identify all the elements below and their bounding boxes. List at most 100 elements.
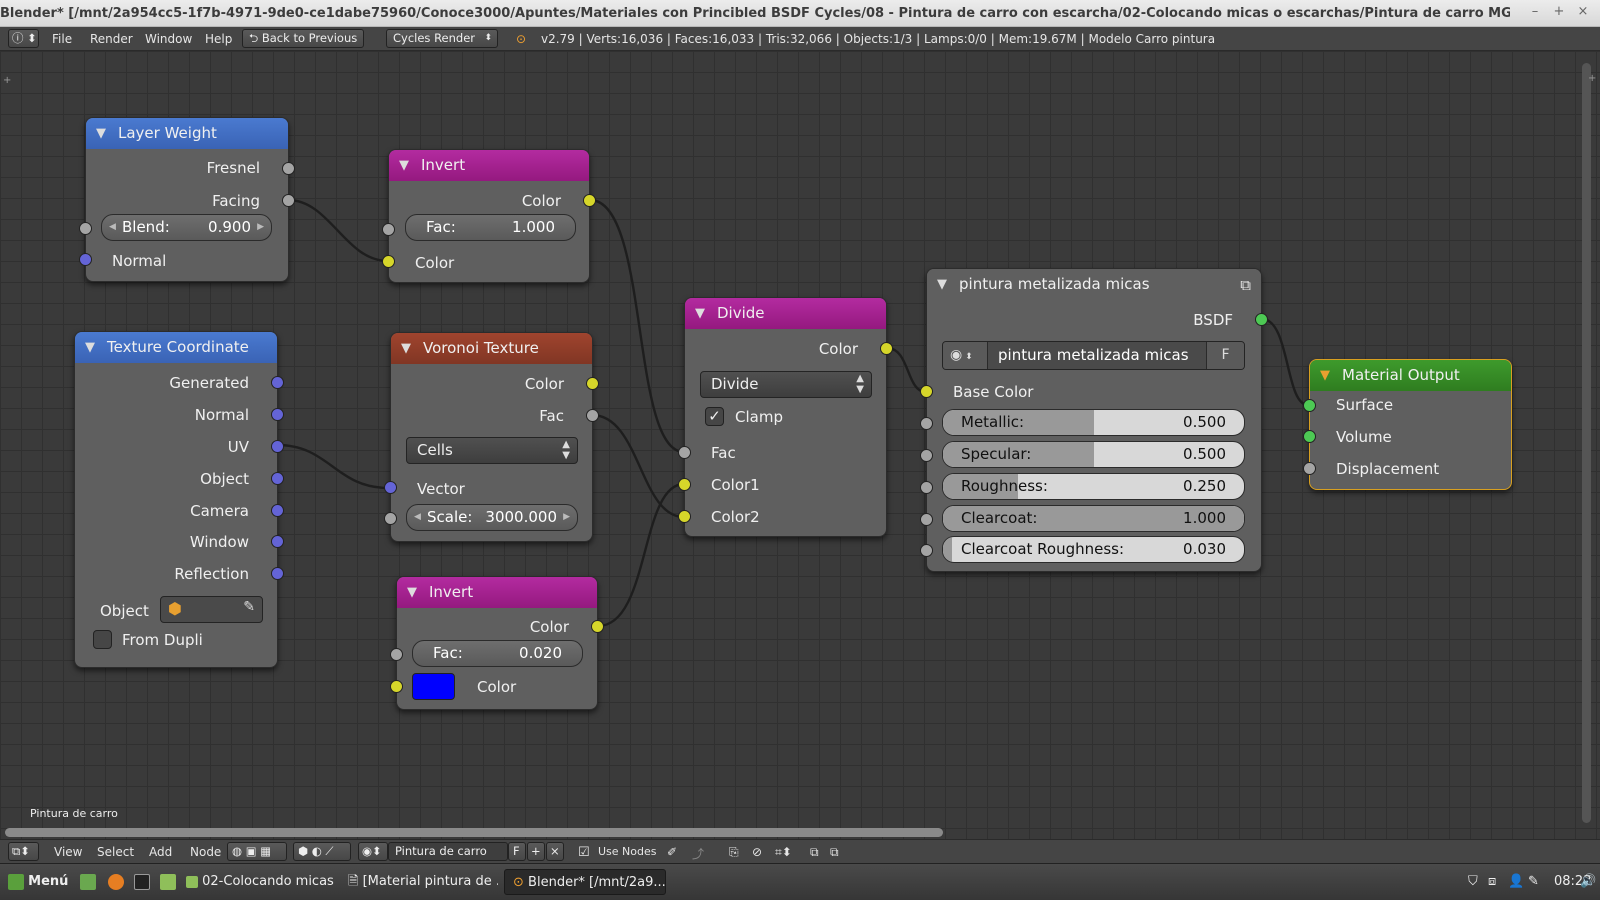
material-group-node[interactable]: ▼ pintura metalizada micas ⧉ BSDF ◉ ⬍ pin… [920, 268, 1268, 572]
right-arrow-icon[interactable]: ▶ [563, 505, 570, 530]
render-engine-select[interactable]: Cycles Render ⬍ [386, 29, 498, 48]
unlink-material-icon[interactable]: × [546, 842, 564, 861]
voronoi-color-output-socket[interactable] [586, 377, 599, 390]
material-name[interactable]: pintura metalizada micas [998, 342, 1189, 369]
collapse-triangle-icon[interactable]: ▼ [399, 150, 409, 181]
linestyle-shader-icon[interactable]: ▦ [260, 844, 271, 858]
color-input-socket[interactable] [390, 680, 403, 693]
region-expand-icon[interactable]: + [3, 75, 11, 86]
world-source-icon[interactable]: ◐ [312, 844, 322, 858]
close-button[interactable]: × [1574, 4, 1592, 19]
invert-node-2[interactable]: ▼ Invert Color Fac: 0.020 Color [390, 576, 604, 710]
specular-input-socket[interactable] [920, 449, 933, 462]
reflection-output-socket[interactable] [271, 567, 284, 580]
editor-type-node-icon[interactable]: ⧉⬍ [8, 842, 39, 861]
material-output-node[interactable]: ▼ Material Output Surface Volume Displace… [1303, 359, 1512, 490]
scale-input-socket[interactable] [384, 512, 397, 525]
clearcoat-roughness-input-socket[interactable] [920, 544, 933, 557]
menu-render[interactable]: Render [90, 32, 133, 46]
color-output-socket[interactable] [591, 620, 604, 633]
clearcoat-roughness-slider[interactable]: Clearcoat Roughness: 0.030 [942, 536, 1245, 563]
properties-expand-icon[interactable]: + [1588, 73, 1596, 84]
material-browse-icon[interactable]: ◉ ⬍ [943, 342, 988, 369]
left-arrow-icon[interactable]: ◀ [109, 215, 116, 240]
vertical-scrollbar[interactable] [1582, 63, 1591, 823]
collapse-triangle-icon[interactable]: ▼ [937, 269, 947, 300]
voronoi-texture-node[interactable]: ▼ Voronoi Texture Color Fac Cells ▲ ▼ Vecto… [384, 332, 599, 542]
vector-input-socket[interactable] [384, 481, 397, 494]
specular-slider[interactable]: Specular: 0.500 [942, 441, 1245, 468]
divide-color-output-socket[interactable] [880, 342, 893, 355]
invert-node-1[interactable]: ▼ Invert Color Fac: 1.000 Color [382, 149, 596, 283]
blend-type-dropdown[interactable]: Divide ▲ ▼ [700, 371, 872, 398]
use-nodes-checkbox[interactable]: ☑ [578, 845, 590, 860]
material-name-field[interactable]: Pintura de carro [388, 842, 508, 861]
coloring-dropdown[interactable]: Cells ▲ ▼ [406, 437, 578, 464]
paste-from-clipboard-icon[interactable]: ⧉ [830, 845, 839, 860]
from-dupli-checkbox[interactable] [93, 630, 112, 649]
minimize-button[interactable]: – [1526, 4, 1544, 19]
left-arrow-icon[interactable]: ◀ [414, 505, 421, 530]
menu-file[interactable]: File [52, 32, 72, 46]
start-menu-button[interactable]: Menú [0, 869, 76, 895]
object-picker[interactable]: ⬢ ✎ [160, 596, 263, 623]
voronoi-header[interactable]: ▼ Voronoi Texture [391, 333, 592, 364]
blend-field[interactable]: ◀ Blend: 0.900 ▶ [101, 214, 272, 241]
shader-type-buttons[interactable]: ◍ ▣ ▦ [227, 842, 287, 861]
editor-type-info-icon[interactable]: ⓘ ⬍ [8, 29, 39, 48]
generated-output-socket[interactable] [271, 376, 284, 389]
material-selector[interactable]: ◉ ⬍ pintura metalizada micas F [942, 341, 1245, 370]
collapse-triangle-icon[interactable]: ▼ [85, 332, 95, 363]
layer-weight-header[interactable]: ▼ Layer Weight [86, 118, 288, 149]
material-output-header[interactable]: ▼ Material Output [1310, 360, 1511, 391]
fake-user-button[interactable]: F [1206, 342, 1244, 369]
backdrop-icon[interactable]: ✐ [667, 845, 677, 859]
base-color-input-socket[interactable] [920, 385, 933, 398]
menu-select[interactable]: Select [97, 845, 134, 859]
material-browse-button[interactable]: ◉⬍ [358, 842, 388, 861]
fac-input-socket[interactable] [390, 648, 403, 661]
clamp-checkbox[interactable]: ✓ [705, 407, 724, 426]
collapse-triangle-icon[interactable]: ▼ [695, 298, 705, 329]
volume-input-socket[interactable] [1303, 430, 1316, 443]
menu-window[interactable]: Window [145, 32, 192, 46]
surface-input-socket[interactable] [1303, 399, 1316, 412]
divide-header[interactable]: ▼ Divide [685, 298, 886, 329]
copy-nodes-icon[interactable]: ⎘ [729, 845, 739, 860]
brush-source-icon[interactable]: ⟋ [325, 844, 333, 858]
normal-output-socket[interactable] [271, 408, 284, 421]
object-source-icon[interactable]: ⬢ [298, 844, 308, 858]
invert-2-header[interactable]: ▼ Invert [397, 577, 597, 608]
invert-1-header[interactable]: ▼ Invert [389, 150, 589, 181]
volume-icon[interactable]: 🔊 [1580, 869, 1596, 895]
camera-output-socket[interactable] [271, 504, 284, 517]
scale-field[interactable]: ◀ Scale: 3000.000 ▶ [406, 504, 578, 531]
object-shader-icon[interactable]: ◍ [232, 844, 242, 858]
object-output-socket[interactable] [271, 472, 284, 485]
metallic-input-socket[interactable] [920, 417, 933, 430]
group-edit-icon[interactable]: ⧉ [1240, 270, 1251, 301]
pen-icon[interactable]: ✎ [1520, 869, 1547, 895]
fac-field[interactable]: Fac: 0.020 [412, 640, 583, 667]
world-shader-icon[interactable]: ▣ [246, 844, 257, 858]
horizontal-scrollbar[interactable] [5, 828, 943, 837]
texture-coordinate-node[interactable]: ▼ Texture Coordinate Generated Normal UV … [74, 331, 284, 668]
clearcoat-slider[interactable]: Clearcoat: 1.000 [942, 505, 1245, 532]
metallic-slider[interactable]: Metallic: 0.500 [942, 409, 1245, 436]
bsdf-output-socket[interactable] [1255, 313, 1268, 326]
color2-input-socket[interactable] [678, 510, 691, 523]
menu-node[interactable]: Node [190, 845, 221, 859]
roughness-slider[interactable]: Roughness: 0.250 [942, 473, 1245, 500]
divide-node[interactable]: ▼ Divide Color Divide ▲ ▼ ✓ Clamp Fac Color… [678, 297, 893, 537]
fac-field[interactable]: Fac: 1.000 [405, 214, 576, 241]
snap-grid-icon[interactable]: ⌗⬍ [775, 845, 792, 860]
task-document[interactable]: 🗎 [Material pintura de ... [340, 869, 498, 895]
menu-help[interactable]: Help [205, 32, 232, 46]
maximize-button[interactable]: + [1550, 4, 1568, 19]
facing-output-socket[interactable] [282, 194, 295, 207]
collapse-triangle-icon[interactable]: ▼ [407, 577, 417, 608]
eyedropper-icon[interactable]: ✎ [243, 599, 255, 615]
task-file-manager[interactable]: 02-Colocando micas... [178, 869, 334, 895]
uv-output-socket[interactable] [271, 440, 284, 453]
collapse-triangle-icon[interactable]: ▼ [96, 118, 106, 149]
